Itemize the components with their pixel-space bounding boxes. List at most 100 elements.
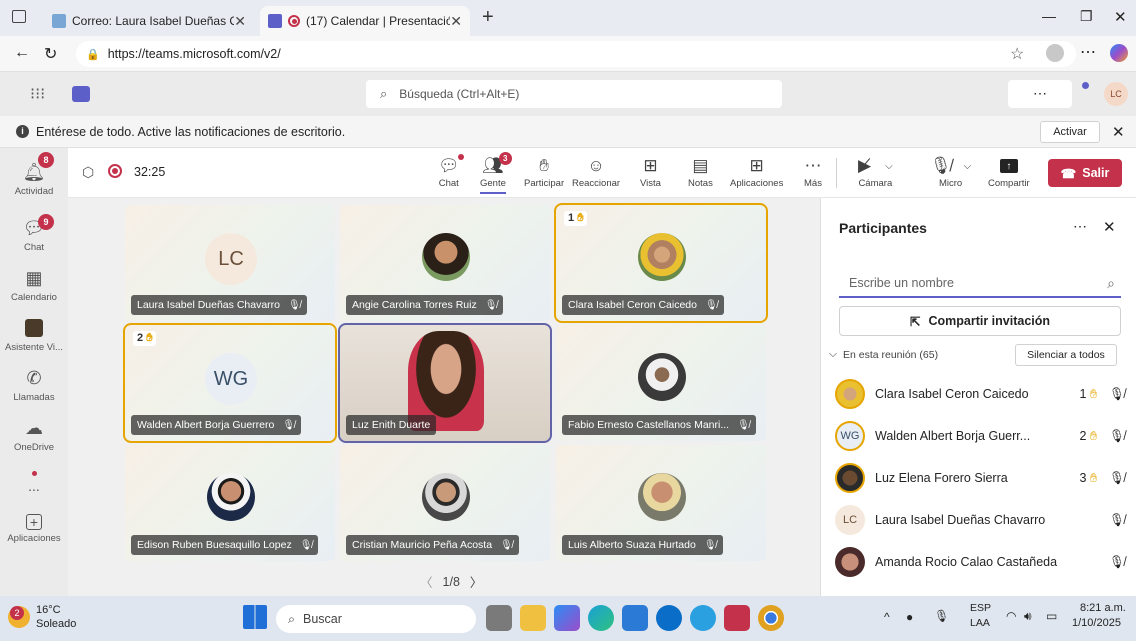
video-tile[interactable]: Cristian Mauricio Peña Acosta 🎙︎̸ bbox=[340, 445, 550, 561]
favorites-icon[interactable]: ☆ bbox=[1010, 44, 1024, 64]
minimize-icon[interactable]: — bbox=[1042, 8, 1056, 24]
mute-all-button[interactable]: Silenciar a todos bbox=[1015, 344, 1117, 366]
rail-item-activity[interactable]: 🔔︎ Actividad 8 bbox=[0, 148, 68, 210]
participant-row[interactable]: Luz Elena Forero Sierra 3 ✋︎ 🎙︎̸ bbox=[835, 460, 1125, 496]
panel-more-icon[interactable]: ⋯ bbox=[1073, 218, 1087, 235]
mic-button[interactable]: 🎙︎̸ ⌵ Micro bbox=[930, 154, 971, 189]
back-icon[interactable]: ← bbox=[14, 44, 30, 62]
language-top[interactable]: ESP bbox=[970, 602, 991, 614]
new-tab-icon[interactable]: + bbox=[482, 6, 494, 29]
sidebar-toggle-icon[interactable] bbox=[12, 10, 26, 23]
copilot-icon[interactable] bbox=[1110, 44, 1128, 62]
tab-mail[interactable]: Correo: Laura Isabel Dueñas Chav ✕ bbox=[44, 6, 254, 36]
participant-row[interactable]: Clara Isabel Ceron Caicedo 1 ✋︎ 🎙︎̸ bbox=[835, 376, 1125, 412]
leave-button[interactable]: ☎︎ Salir bbox=[1048, 159, 1122, 187]
task-view-icon[interactable] bbox=[486, 605, 512, 631]
rail-item-assistant[interactable]: Asistente Vi... bbox=[0, 310, 68, 360]
file-explorer-icon[interactable] bbox=[520, 605, 546, 631]
more-button[interactable]: ⋯ Más bbox=[804, 154, 822, 189]
video-tile[interactable]: 2 ✋︎ WG Walden Albert Borja Guerrero 🎙︎̸ bbox=[123, 323, 337, 443]
prev-page-icon[interactable]: 〈 bbox=[420, 572, 433, 591]
copilot-icon[interactable] bbox=[554, 605, 580, 631]
refresh-icon[interactable]: ↻ bbox=[44, 44, 57, 64]
rail-item-more[interactable]: ... bbox=[0, 460, 68, 504]
hp-icon[interactable] bbox=[656, 605, 682, 631]
search-icon: ⌕ bbox=[288, 611, 296, 626]
panel-title: Participantes bbox=[839, 220, 927, 236]
mic-off-icon: 🎙︎̸ bbox=[704, 299, 718, 311]
pagination: 〈 1/8 〉 bbox=[420, 572, 482, 591]
section-header[interactable]: ⌵ En esta reunión (65) bbox=[829, 348, 938, 361]
app-icon[interactable] bbox=[690, 605, 716, 631]
close-tab-icon[interactable]: ✕ bbox=[234, 13, 246, 30]
restore-icon[interactable]: ❐ bbox=[1080, 8, 1093, 25]
cloud-icon: ☁︎ bbox=[25, 417, 43, 438]
participant-row[interactable]: WG Walden Albert Borja Guerr... 2 ✋︎ 🎙︎̸ bbox=[835, 418, 1125, 454]
chat-button[interactable]: 💬︎ Chat bbox=[438, 154, 464, 189]
edge-icon[interactable] bbox=[588, 605, 614, 631]
volume-icon[interactable]: 🔊︎ bbox=[1024, 609, 1032, 624]
view-button[interactable]: ⊞ Vista bbox=[640, 154, 661, 189]
rail-item-calls[interactable]: ✆ Llamadas bbox=[0, 360, 68, 410]
next-page-icon[interactable]: 〉 bbox=[470, 572, 483, 591]
taskbar-search[interactable]: ⌕ Buscar bbox=[276, 605, 476, 633]
profile-icon[interactable] bbox=[1046, 44, 1064, 62]
rail-item-chat[interactable]: 💬︎ Chat 9 bbox=[0, 210, 68, 260]
search-placeholder: Búsqueda (Ctrl+Alt+E) bbox=[399, 87, 520, 101]
language-bottom[interactable]: LAA bbox=[970, 617, 990, 629]
tray-mic-icon[interactable]: 🎙︎ bbox=[934, 609, 949, 623]
close-icon[interactable]: ✕ bbox=[1112, 123, 1125, 141]
mic-off-icon: 🎙︎̸ bbox=[1109, 554, 1125, 569]
video-tile[interactable]: Angie Carolina Torres Ruiz 🎙︎̸ bbox=[340, 205, 550, 321]
mic-off-icon: 🎙︎̸ bbox=[737, 419, 750, 431]
teams-header: ⁝⁝⁝ ⌕ Búsqueda (Ctrl+Alt+E) ⋯ LC bbox=[0, 72, 1136, 116]
share-invite-button[interactable]: ⇱ Compartir invitación bbox=[839, 306, 1121, 336]
wifi-icon[interactable]: ◠ bbox=[1006, 609, 1016, 623]
clock-date[interactable]: 1/10/2025 bbox=[1072, 617, 1121, 629]
close-panel-icon[interactable]: ✕ bbox=[1103, 218, 1116, 236]
rail-item-onedrive[interactable]: ☁︎ OneDrive bbox=[0, 410, 68, 460]
chrome-icon[interactable] bbox=[758, 605, 784, 631]
tab-teams[interactable]: (17) Calendar | Presentación ✕ bbox=[260, 6, 470, 36]
rail-item-calendar[interactable]: ▦ Calendario bbox=[0, 260, 68, 310]
video-tile[interactable]: LC Laura Isabel Dueñas Chavarro 🎙︎̸ bbox=[125, 205, 335, 321]
rail-item-apps[interactable]: + Aplicaciones bbox=[0, 504, 68, 554]
battery-icon[interactable]: ▭ bbox=[1046, 609, 1057, 623]
video-tile[interactable]: Edison Ruben Buesaquillo Lopez 🎙︎̸ bbox=[125, 445, 335, 561]
video-tile[interactable]: Fabio Ernesto Castellanos Manri... 🎙︎̸ bbox=[556, 325, 766, 441]
close-window-icon[interactable]: ✕ bbox=[1114, 8, 1127, 26]
notes-button[interactable]: ▤ Notas bbox=[688, 154, 713, 189]
settings-more-icon[interactable]: ⋯ bbox=[1008, 80, 1072, 108]
tray-app-icon[interactable]: ● bbox=[906, 610, 913, 624]
mcafee-icon[interactable] bbox=[724, 605, 750, 631]
video-tile[interactable]: 1 ✋︎ Clara Isabel Ceron Caicedo 🎙︎̸ bbox=[554, 203, 768, 323]
tray-chevron-icon[interactable]: ^ bbox=[884, 610, 890, 624]
url-field[interactable]: 🔒 https://teams.microsoft.com/v2/ bbox=[76, 41, 1076, 67]
people-button[interactable]: 👥︎ 3 Gente bbox=[480, 152, 512, 194]
video-tile-active-speaker[interactable]: Luz Enith Duarte bbox=[338, 323, 552, 443]
close-tab-icon[interactable]: ✕ bbox=[450, 13, 462, 30]
more-icon[interactable]: ⋯ bbox=[1080, 42, 1096, 62]
participant-search-input[interactable]: Escribe un nombre ⌕ bbox=[839, 270, 1121, 298]
chat-badge: 9 bbox=[38, 214, 54, 230]
activate-button[interactable]: Activar bbox=[1040, 121, 1100, 143]
share-invite-label: Compartir invitación bbox=[928, 314, 1051, 328]
share-button[interactable]: ↑ Compartir bbox=[988, 154, 1030, 189]
participant-name: Clara Isabel Ceron Caicedo bbox=[875, 387, 1029, 401]
react-button[interactable]: ☺ Reaccionar bbox=[572, 154, 620, 189]
participant-row[interactable]: Amanda Rocio Calao Castañeda 🎙︎̸ bbox=[835, 544, 1125, 580]
tile-name: Luis Alberto Suaza Hurtado 🎙︎̸ bbox=[562, 535, 723, 555]
camera-button[interactable]: ▶̸ ⌵ Cámara bbox=[858, 154, 893, 189]
raise-hand-button[interactable]: ✋︎ Participar bbox=[524, 154, 564, 189]
apps-button[interactable]: ⊞ Aplicaciones bbox=[730, 154, 783, 189]
search-box[interactable]: ⌕ Búsqueda (Ctrl+Alt+E) bbox=[366, 80, 782, 108]
store-icon[interactable] bbox=[622, 605, 648, 631]
avatar[interactable]: LC bbox=[1104, 82, 1128, 106]
video-tile[interactable]: Luis Alberto Suaza Hurtado 🎙︎̸ bbox=[556, 445, 766, 561]
weather-temp: 16°C bbox=[36, 604, 61, 616]
windows-start-icon[interactable] bbox=[243, 605, 267, 629]
participant-row[interactable]: LC Laura Isabel Dueñas Chavarro 🎙︎̸ bbox=[835, 502, 1125, 538]
app-launcher-icon[interactable]: ⁝⁝⁝ bbox=[30, 84, 45, 104]
weather-widget[interactable]: 2 16°C Soleado bbox=[8, 602, 118, 636]
clock-time[interactable]: 8:21 a.m. bbox=[1080, 602, 1126, 614]
